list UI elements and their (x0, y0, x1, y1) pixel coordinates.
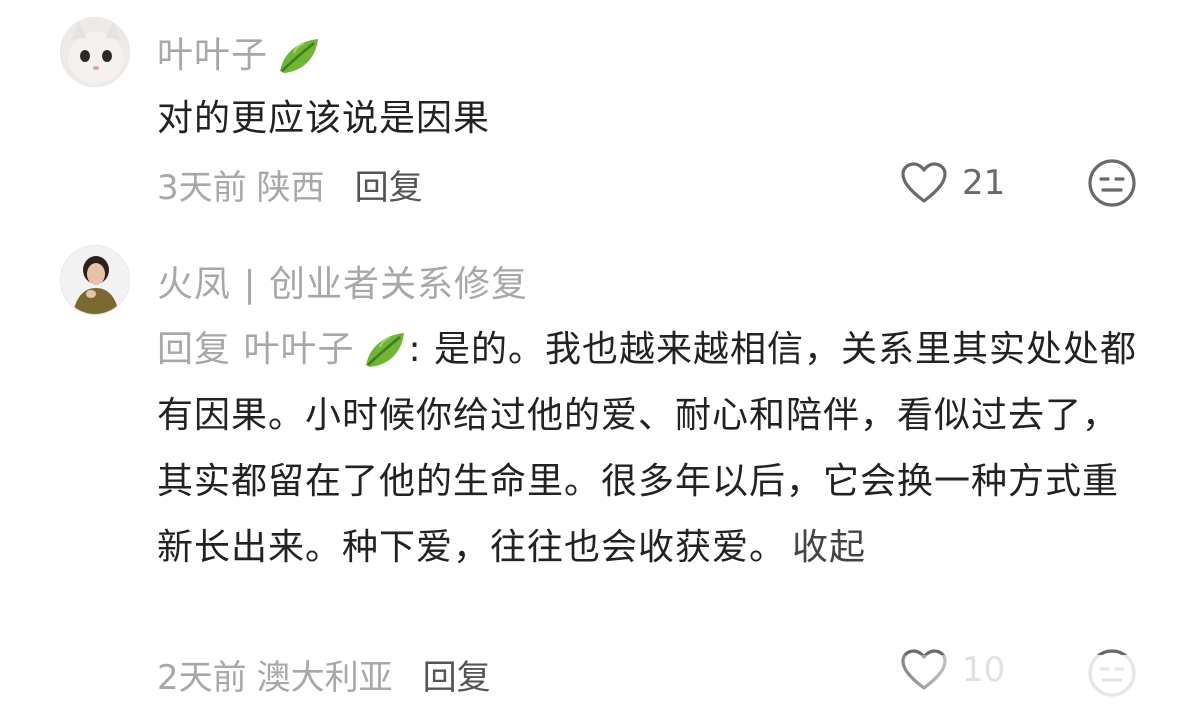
username[interactable]: 火凤 | 创业者关系修复 (157, 255, 528, 307)
watermark-overlay (880, 655, 1185, 719)
comment-item: 火凤 | 创业者关系修复 回复 叶叶子 : 是的。我也越来越相信，关系里其实处处… (0, 235, 1185, 719)
reply-button[interactable]: 回复 (355, 168, 423, 208)
reply-button[interactable]: 回复 (423, 658, 491, 698)
leaf-icon (360, 325, 408, 373)
comment-item: 叶叶子 对的更应该说是因果 3天前 陕西 回复 21 (0, 0, 1185, 235)
reply-prefix: 回复 (157, 329, 232, 370)
like-button[interactable]: 21 (900, 158, 1005, 208)
comment-meta: 2天前 澳大利亚 回复 (157, 650, 491, 699)
reply-target-username[interactable]: 叶叶子 (243, 329, 354, 370)
comment-text: 回复 叶叶子 : 是的。我也越来越相信，关系里其实处处都有因果。小时候你给过他的… (157, 317, 1147, 581)
like-count: 21 (962, 163, 1006, 203)
avatar[interactable] (60, 245, 130, 315)
leaf-icon (274, 31, 322, 79)
timestamp: 2天前 (157, 658, 247, 698)
collapse-link[interactable]: 收起 (792, 527, 866, 568)
comment-meta: 3天前 陕西 回复 (157, 160, 423, 209)
avatar[interactable] (60, 17, 130, 87)
location: 澳大利亚 (256, 658, 393, 698)
timestamp: 3天前 (157, 168, 247, 208)
comment-text: 对的更应该说是因果 (157, 98, 491, 139)
dislike-emoji-icon[interactable] (1086, 157, 1138, 209)
username[interactable]: 叶叶子 (157, 26, 322, 81)
location: 陕西 (256, 168, 325, 208)
heart-icon (901, 162, 947, 203)
